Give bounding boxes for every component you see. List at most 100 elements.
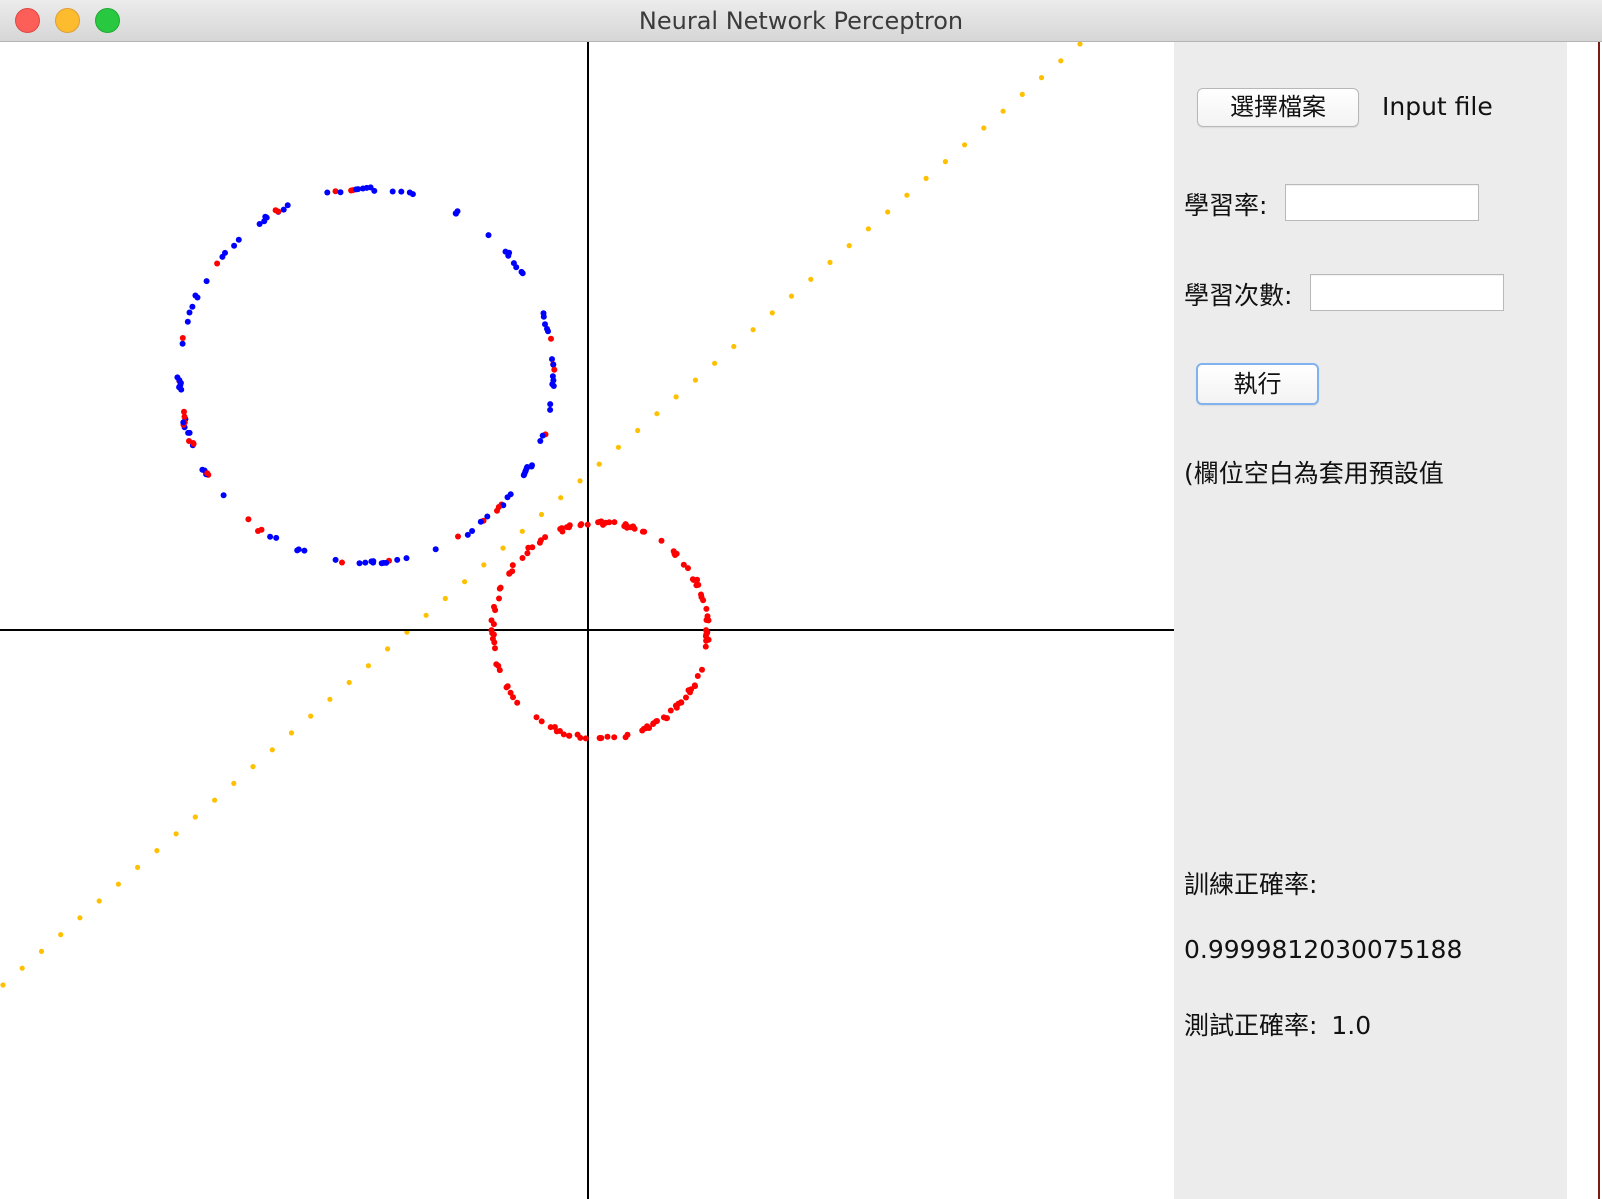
data-point [540, 313, 547, 320]
decision-line-dot [654, 411, 660, 417]
data-point [672, 702, 679, 709]
data-point [362, 559, 369, 566]
data-point [495, 504, 502, 510]
data-point [537, 537, 544, 544]
data-point [368, 558, 375, 565]
data-point [547, 401, 554, 408]
data-point [566, 732, 573, 739]
data-point [702, 643, 709, 650]
decision-line-dot [1058, 58, 1064, 64]
data-point [520, 472, 527, 479]
data-point [700, 597, 707, 604]
data-point [186, 438, 192, 444]
data-point [235, 236, 242, 243]
decision-line-dot [192, 814, 198, 820]
decision-line-dot [442, 595, 448, 602]
data-point [492, 645, 498, 652]
data-point [550, 361, 557, 368]
data-point [685, 565, 691, 572]
default-note: (欄位空白為套用預設值 [1184, 459, 1444, 488]
data-point [186, 309, 193, 316]
decision-line-dot [635, 427, 641, 434]
train-accuracy-value: 0.9999812030075188 [1184, 935, 1463, 964]
data-point [485, 232, 492, 239]
data-point [703, 617, 710, 623]
background-window-strip [1567, 42, 1602, 1199]
data-point [548, 335, 554, 342]
data-point [604, 733, 611, 740]
data-point [503, 684, 510, 691]
decision-line-dot [0, 982, 6, 988]
background-window-edge [1598, 42, 1600, 1199]
decision-line-dot [154, 848, 160, 854]
decision-line-dot [827, 259, 833, 265]
data-point [551, 366, 558, 373]
data-point [584, 521, 591, 528]
data-point [222, 249, 228, 256]
data-point [464, 531, 471, 538]
data-point [699, 666, 705, 673]
data-point [275, 208, 282, 215]
data-point [509, 562, 516, 569]
data-point [294, 547, 301, 554]
decision-line-dot [250, 764, 256, 770]
data-point [639, 727, 646, 734]
data-point [577, 522, 584, 529]
iterations-input[interactable] [1310, 274, 1504, 311]
data-point [505, 252, 512, 259]
data-point [622, 734, 629, 741]
window-title: Neural Network Perceptron [638, 7, 964, 35]
decision-line-dot [346, 679, 352, 686]
data-point [549, 356, 555, 363]
data-point [506, 570, 513, 577]
data-point [538, 718, 545, 725]
data-point [550, 383, 557, 389]
data-point [355, 186, 361, 193]
data-point [332, 188, 339, 195]
data-point [559, 528, 566, 535]
decision-line-dot [981, 125, 987, 131]
data-point [255, 528, 261, 534]
decision-line-dot [462, 579, 468, 585]
run-button[interactable]: 執行 [1196, 363, 1319, 405]
data-point [596, 735, 603, 741]
data-point [176, 377, 183, 384]
data-point [694, 673, 701, 679]
test-accuracy-label: 測試正確率: [1184, 1011, 1318, 1040]
data-point [664, 715, 670, 722]
data-point [231, 242, 238, 249]
decision-line-dot [385, 646, 391, 652]
data-point [577, 734, 584, 741]
data-point [371, 187, 378, 194]
test-accuracy-value: 1.0 [1331, 1011, 1372, 1040]
learning-rate-input[interactable] [1285, 184, 1479, 221]
data-point [179, 340, 186, 347]
decision-line-dot [615, 444, 622, 450]
decision-line-dot [212, 797, 218, 803]
data-point [389, 188, 396, 195]
decision-line-dot [904, 192, 910, 198]
data-point [606, 519, 613, 526]
data-point [519, 555, 526, 561]
data-point [273, 534, 280, 541]
data-point [539, 432, 546, 439]
data-point [547, 724, 554, 731]
decision-line-dot [577, 478, 583, 484]
choose-file-button[interactable]: 選擇檔案 [1197, 88, 1359, 127]
data-point [537, 438, 544, 444]
data-point [654, 718, 660, 724]
decision-line-dot [19, 965, 25, 971]
data-point [611, 519, 618, 526]
data-point [667, 707, 674, 714]
data-point [600, 521, 606, 528]
data-point [409, 191, 416, 198]
data-point [513, 264, 520, 271]
data-point [504, 494, 511, 501]
decision-line-dot [77, 915, 83, 921]
data-point [672, 552, 679, 558]
decision-line-dot [135, 864, 141, 871]
data-point [256, 221, 263, 227]
data-point [204, 470, 211, 477]
data-point [658, 537, 665, 544]
data-point [524, 550, 531, 557]
